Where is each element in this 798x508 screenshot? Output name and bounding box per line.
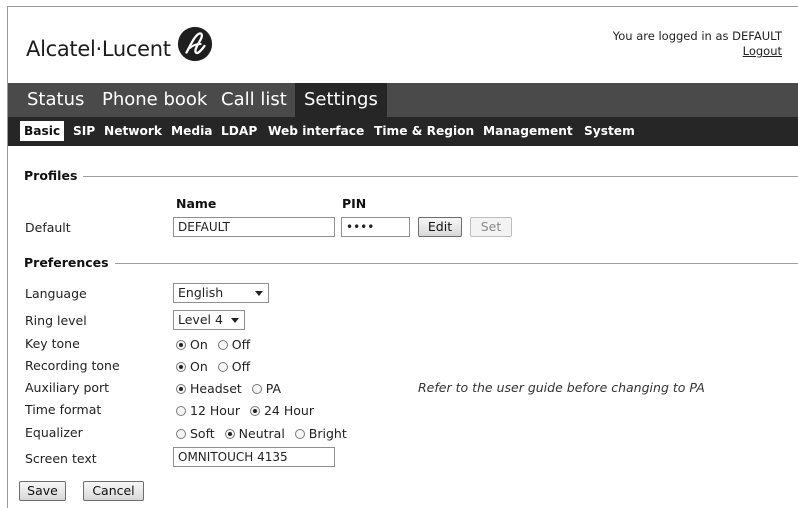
- settings-subnav: Basic SIP Network Media LDAP Web interfa…: [8, 117, 798, 146]
- profiles-section-title: Profiles: [24, 168, 84, 183]
- subtab-ldap[interactable]: LDAP: [217, 121, 261, 141]
- login-status: You are logged in as DEFAULT Logout: [613, 29, 782, 59]
- alcatel-lucent-swirl-icon: [177, 26, 213, 62]
- save-button[interactable]: Save: [19, 481, 66, 501]
- preferences-section-title: Preferences: [24, 255, 115, 270]
- key-tone-on-label: On: [190, 337, 208, 352]
- equalizer-neutral-label: Neutral: [238, 426, 285, 441]
- time-format-12-label: 12 Hour: [190, 403, 240, 418]
- brand-logo-text: Alcatel·Lucent: [26, 37, 171, 61]
- subtab-basic[interactable]: Basic: [20, 121, 65, 141]
- subtab-sip[interactable]: SIP: [69, 121, 99, 141]
- name-column-header: Name: [176, 196, 217, 211]
- auxiliary-port-pa-radio[interactable]: [251, 384, 262, 394]
- cancel-button[interactable]: Cancel: [83, 481, 144, 501]
- key-tone-on-radio[interactable]: [176, 340, 186, 350]
- time-format-24-label: 24 Hour: [263, 403, 314, 418]
- recording-tone-off-radio[interactable]: [217, 362, 228, 372]
- key-tone-off-radio[interactable]: [217, 340, 228, 350]
- time-format-label: Time format: [25, 402, 102, 417]
- subtab-time-region[interactable]: Time & Region: [370, 121, 478, 141]
- set-button[interactable]: Set: [470, 217, 512, 237]
- ring-level-select-value: Level 4: [178, 312, 223, 327]
- profile-default-label: Default: [25, 220, 71, 235]
- subtab-network[interactable]: Network: [100, 121, 166, 141]
- key-tone-options: On Off: [176, 337, 256, 352]
- auxiliary-port-hint: Refer to the user guide before changing …: [418, 380, 705, 395]
- equalizer-soft-radio[interactable]: [176, 429, 186, 439]
- profile-pin-input[interactable]: [341, 217, 410, 237]
- time-format-options: 12 Hour 24 Hour: [176, 403, 320, 418]
- logout-link[interactable]: Logout: [743, 44, 782, 58]
- language-select-value: English: [178, 285, 224, 300]
- auxiliary-port-pa-label: PA: [265, 381, 282, 396]
- equalizer-neutral-radio[interactable]: [224, 429, 235, 439]
- tab-status[interactable]: Status: [18, 83, 93, 117]
- subtab-media[interactable]: Media: [167, 121, 217, 141]
- auxiliary-port-options: Headset PA: [176, 381, 287, 396]
- profiles-divider: [24, 176, 798, 177]
- equalizer-options: Soft Neutral Bright: [176, 426, 353, 441]
- recording-tone-off-label: Off: [231, 359, 251, 374]
- edit-button[interactable]: Edit: [418, 217, 462, 237]
- recording-tone-label: Recording tone: [25, 358, 120, 373]
- screen-text-label: Screen text: [25, 451, 97, 466]
- time-format-24-radio[interactable]: [249, 406, 260, 416]
- time-format-12-radio[interactable]: [176, 406, 186, 416]
- tab-settings[interactable]: Settings: [295, 83, 387, 117]
- key-tone-off-label: Off: [231, 337, 251, 352]
- tab-call-list[interactable]: Call list: [212, 83, 296, 117]
- chevron-down-icon: [255, 291, 263, 296]
- auxiliary-port-headset-radio[interactable]: [176, 384, 186, 394]
- key-tone-label: Key tone: [25, 336, 80, 351]
- subtab-web-interface[interactable]: Web interface: [264, 121, 368, 141]
- preferences-divider: [24, 263, 798, 264]
- pin-column-header: PIN: [342, 196, 367, 211]
- equalizer-soft-label: Soft: [190, 426, 215, 441]
- language-label: Language: [25, 286, 87, 301]
- equalizer-label: Equalizer: [25, 425, 83, 440]
- ring-level-label: Ring level: [25, 313, 87, 328]
- tab-phone-book[interactable]: Phone book: [93, 83, 216, 117]
- auxiliary-port-label: Auxiliary port: [25, 380, 110, 395]
- recording-tone-options: On Off: [176, 359, 256, 374]
- login-text: You are logged in as DEFAULT: [612, 29, 782, 43]
- subtab-system[interactable]: System: [580, 121, 639, 141]
- equalizer-bright-label: Bright: [308, 426, 347, 441]
- ring-level-select[interactable]: Level 4: [173, 310, 245, 330]
- recording-tone-on-label: On: [190, 359, 208, 374]
- auxiliary-port-headset-label: Headset: [190, 381, 242, 396]
- subtab-management[interactable]: Management: [479, 121, 577, 141]
- header: Alcatel·Lucent You are logged in as DEFA…: [8, 7, 798, 82]
- recording-tone-on-radio[interactable]: [176, 362, 186, 372]
- main-nav: Status Phone book Call list Settings: [8, 83, 798, 117]
- chevron-down-icon: [231, 318, 239, 323]
- language-select[interactable]: English: [173, 283, 269, 303]
- equalizer-bright-radio[interactable]: [294, 429, 305, 439]
- screen-text-input[interactable]: [173, 447, 335, 467]
- profile-name-input[interactable]: [173, 217, 335, 237]
